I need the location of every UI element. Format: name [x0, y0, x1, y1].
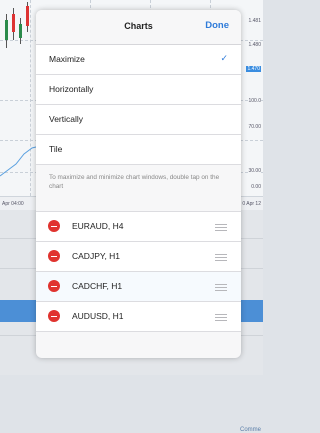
current-price-label: 1.470	[246, 66, 261, 72]
time-label: Apr 04:00	[2, 201, 24, 207]
price-label: 1.481	[248, 18, 261, 24]
drag-handle-icon[interactable]	[215, 254, 227, 261]
drag-handle-icon[interactable]	[215, 314, 227, 321]
chart-window-row[interactable]: EURAUD, H4	[36, 212, 241, 242]
drag-handle-icon[interactable]	[215, 224, 227, 231]
option-tile[interactable]: Tile	[36, 135, 241, 165]
price-label: 1.480	[248, 42, 261, 48]
drag-handle-icon[interactable]	[215, 284, 227, 291]
remove-icon[interactable]	[48, 280, 60, 292]
option-horizontally[interactable]: Horizontally	[36, 75, 241, 105]
option-label: Vertically	[49, 114, 84, 124]
done-button[interactable]: Done	[205, 20, 229, 31]
time-label: 0 Apr 12	[242, 201, 261, 207]
chart-window-label: EURAUD, H4	[72, 221, 124, 231]
charts-popover: Charts Done Maximize ✓ Horizontally Vert…	[36, 10, 241, 358]
indicator-level-label: 30.00	[248, 168, 261, 174]
remove-icon[interactable]	[48, 220, 60, 232]
remove-icon[interactable]	[48, 310, 60, 322]
popover-header: Charts Done	[36, 10, 241, 45]
chart-window-label: CADJPY, H1	[72, 251, 121, 261]
comment-column-label: Comme	[239, 427, 261, 433]
remove-icon[interactable]	[48, 250, 60, 262]
chart-window-row[interactable]: CADCHF, H1	[36, 272, 241, 302]
chart-window-row[interactable]: CADJPY, H1	[36, 242, 241, 272]
indicator-level-label: 0.00	[251, 184, 261, 190]
option-vertically[interactable]: Vertically	[36, 105, 241, 135]
indicator-level-label: 70.00	[248, 124, 261, 130]
hint-text: To maximize and minimize chart windows, …	[36, 165, 241, 201]
option-label: Maximize	[49, 54, 85, 64]
section-spacer	[36, 201, 241, 212]
chart-window-row[interactable]: AUDUSD, H1	[36, 302, 241, 332]
chart-window-label: AUDUSD, H1	[72, 311, 124, 321]
background-indicator-line	[0, 145, 40, 177]
checkmark-icon: ✓	[220, 53, 228, 63]
option-label: Horizontally	[49, 84, 94, 94]
chart-window-label: CADCHF, H1	[72, 281, 123, 291]
option-label: Tile	[49, 144, 63, 154]
option-maximize[interactable]: Maximize ✓	[36, 45, 241, 75]
indicator-level-label: 100.0	[248, 98, 261, 104]
